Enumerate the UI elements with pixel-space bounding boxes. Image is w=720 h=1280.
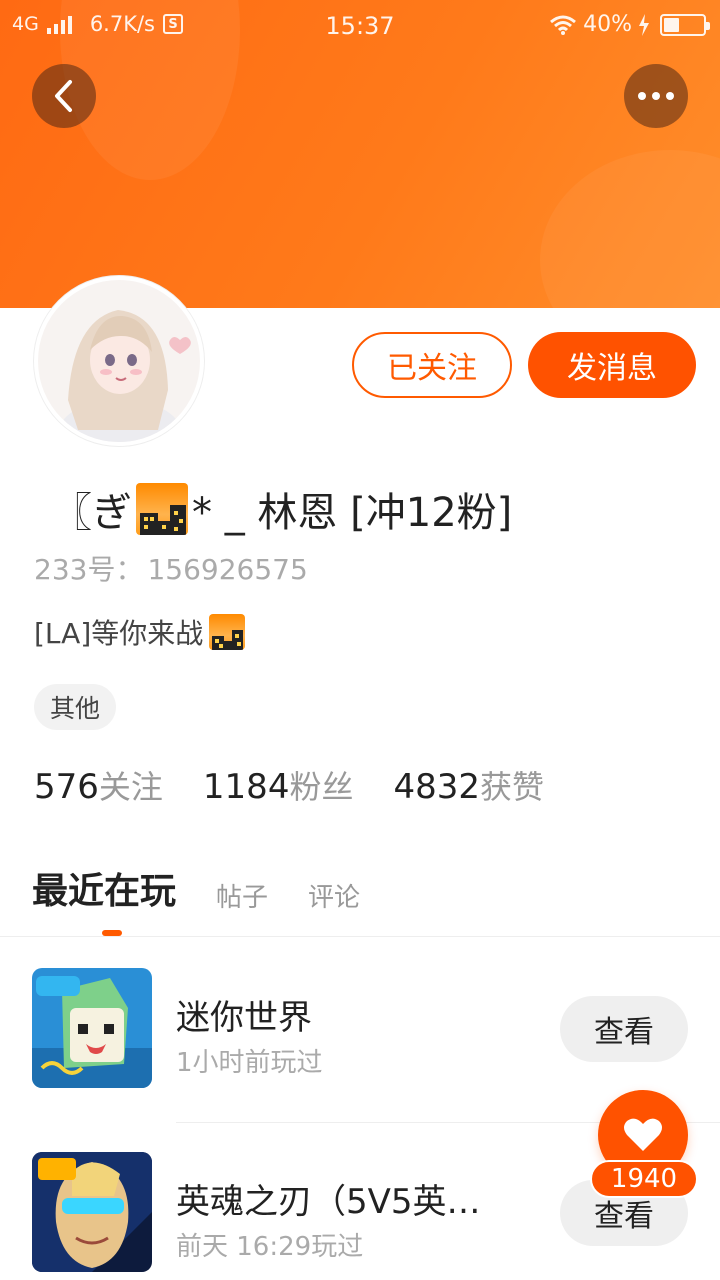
tab-posts[interactable]: 帖子: [216, 877, 268, 918]
city-emoji-icon: [136, 483, 188, 535]
avatar[interactable]: [34, 276, 204, 446]
status-bar: 4G 6.7K/s S 15:37 40%: [0, 0, 720, 52]
battery-icon: [660, 13, 710, 36]
more-dots-icon: [638, 92, 674, 100]
city-emoji-icon: [209, 614, 246, 650]
stat-number: 1184: [202, 767, 290, 807]
profile-stats: 576 关注 1184 粉丝 4832 获赞: [34, 762, 544, 808]
battery-percent: 40%: [583, 12, 632, 37]
status-right: 40%: [549, 12, 710, 37]
followed-button[interactable]: 已关注: [352, 332, 512, 398]
game-icon-soul-blade[interactable]: [32, 1152, 152, 1272]
game-last-played: 前天 16:29玩过: [176, 1232, 364, 1262]
tab-comments[interactable]: 评论: [308, 877, 360, 918]
nickname-suffix: * _ 林恩 [冲12粉]: [192, 490, 513, 536]
avatar-illustration: [38, 280, 200, 442]
banner-decoration: [540, 150, 720, 308]
bio-text: [LA]等你来战: [34, 617, 204, 650]
user-id-label: 233号：: [34, 553, 144, 586]
charging-icon: [639, 13, 649, 36]
chevron-left-icon: [55, 80, 72, 112]
nickname: 〖ぎ * _ 林恩 [冲12粉]: [52, 480, 512, 538]
user-id-value: 156926575: [147, 553, 308, 586]
view-game-button[interactable]: 查看: [560, 996, 688, 1062]
send-message-button[interactable]: 发消息: [528, 332, 696, 398]
stat-label: 获赞: [480, 768, 545, 806]
stat-label: 粉丝: [289, 768, 354, 806]
bio: [LA]等你来战: [34, 612, 249, 652]
mini-world-icon: [32, 968, 152, 1088]
game-icon-mini-world[interactable]: [32, 968, 152, 1088]
stat-likes[interactable]: 4832 获赞: [393, 762, 544, 808]
back-button[interactable]: [32, 64, 96, 128]
tab-recently-played[interactable]: 最近在玩: [32, 862, 176, 918]
game-title: 英魂之刃（5V5英…: [176, 1182, 481, 1222]
user-id: 233号： 156926575: [34, 548, 312, 588]
stat-number: 576: [34, 767, 99, 807]
battery-level: [664, 17, 680, 32]
profile-tag[interactable]: 其他: [34, 684, 117, 730]
stat-number: 4832: [393, 767, 480, 807]
like-count: 1940: [590, 1160, 698, 1198]
more-button[interactable]: [624, 64, 688, 128]
wifi-icon: [550, 15, 577, 35]
heart-icon: [624, 1118, 662, 1151]
profile-tabs: 最近在玩 帖子 评论: [32, 862, 360, 918]
stat-following[interactable]: 576 关注: [34, 762, 163, 808]
nickname-prefix: 〖ぎ: [52, 490, 132, 536]
game-title: 迷你世界: [176, 998, 312, 1038]
soul-blade-icon: [32, 1152, 152, 1272]
divider: [0, 936, 720, 937]
stat-fans[interactable]: 1184 粉丝: [203, 762, 354, 808]
game-last-played: 1小时前玩过: [176, 1048, 323, 1078]
stat-label: 关注: [98, 768, 163, 806]
